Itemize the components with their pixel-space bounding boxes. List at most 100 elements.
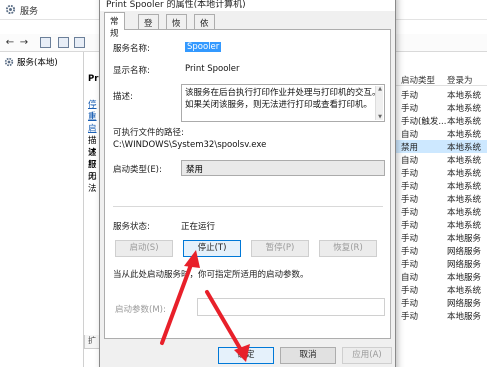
- tab-dependencies[interactable]: 依存关系: [194, 14, 215, 65]
- cancel-button[interactable]: 取消: [280, 347, 336, 364]
- startup-type-cell: 手动: [401, 195, 419, 205]
- tab-logon[interactable]: 登录: [138, 14, 159, 41]
- table-row[interactable]: 自动 本地系统: [395, 127, 487, 140]
- general-tab-panel: 服务名称: Spooler 显示名称: Print Spooler 描述: 该服…: [104, 29, 391, 339]
- startup-type-cell: 禁用: [401, 143, 419, 153]
- services-gear-icon: [5, 4, 16, 15]
- scroll-up-icon[interactable]: ▲: [377, 86, 383, 92]
- tab-recovery[interactable]: 恢复: [166, 14, 187, 41]
- table-row[interactable]: 手动 本地服务: [395, 309, 487, 322]
- table-row[interactable]: 手动 本地系统: [395, 166, 487, 179]
- column-logon-as[interactable]: 登录为: [447, 74, 473, 86]
- logon-as-cell: 本地服务: [447, 312, 482, 322]
- logon-as-cell: 网络服务: [447, 247, 482, 257]
- scroll-down-icon[interactable]: ▼: [377, 114, 383, 120]
- logon-as-cell: 本地系统: [447, 104, 482, 114]
- exe-path-label: 可执行文件的路径:: [113, 128, 184, 138]
- startup-type-select[interactable]: 禁用 ⌄: [181, 160, 385, 176]
- table-row[interactable]: 手动 本地系统: [395, 205, 487, 218]
- export-icon[interactable]: [74, 37, 85, 48]
- startup-type-cell: 手动: [401, 169, 419, 179]
- table-row[interactable]: 自动 本地系统: [395, 153, 487, 166]
- chevron-down-icon: ⌄: [186, 163, 193, 172]
- logon-as-cell: 本地服务: [447, 234, 482, 244]
- view-icon[interactable]: [58, 37, 69, 48]
- start-params-hint: 当从此处启动服务时，你可指定所适用的启动参数。: [113, 270, 309, 280]
- startup-type-cell: 手动: [401, 299, 419, 309]
- table-row[interactable]: 手动 网络服务: [395, 244, 487, 257]
- pause-button[interactable]: 暂停(P): [251, 240, 309, 257]
- forward-arrow-icon[interactable]: →: [18, 37, 30, 49]
- logon-as-cell: 本地系统: [447, 182, 482, 192]
- startup-type-cell: 自动: [401, 130, 419, 140]
- description-label: 描述:: [113, 92, 133, 102]
- table-row[interactable]: 手动(触发... 本地系统: [395, 114, 487, 127]
- tree-item-services-local[interactable]: 服务(本地): [4, 56, 58, 68]
- table-row[interactable]: 手动 本地系统: [395, 179, 487, 192]
- logon-as-cell: 本地系统: [447, 143, 482, 153]
- startup-type-cell: 手动: [401, 260, 419, 270]
- table-row[interactable]: 禁用 本地系统: [395, 140, 487, 153]
- logon-as-cell: 本地系统: [447, 195, 482, 205]
- logon-as-cell: 本地系统: [447, 208, 482, 218]
- resume-button[interactable]: 恢复(R): [319, 240, 377, 257]
- startup-type-cell: 手动: [401, 247, 419, 257]
- table-row[interactable]: 手动 本地系统: [395, 88, 487, 101]
- logon-as-cell: 网络服务: [447, 299, 482, 309]
- start-params-input[interactable]: [197, 298, 385, 316]
- startup-type-cell: 手动: [401, 91, 419, 101]
- startup-type-label: 启动类型(E):: [113, 165, 162, 175]
- console-tree-pane: 服务(本地): [0, 52, 84, 367]
- startup-type-cell: 手动: [401, 104, 419, 114]
- stop-button[interactable]: 停止(T): [183, 240, 241, 257]
- start-button[interactable]: 启动(S): [115, 240, 173, 257]
- table-row[interactable]: 手动 本地服务: [395, 231, 487, 244]
- apply-button[interactable]: 应用(A): [342, 347, 392, 364]
- properties-dialog: Print Spooler 的属性(本地计算机) 常规 登录 恢复 依存关系 服…: [99, 0, 396, 367]
- table-row[interactable]: 手动 网络服务: [395, 257, 487, 270]
- logon-as-cell: 本地系统: [447, 91, 482, 101]
- dialog-title: Print Spooler 的属性(本地计算机): [106, 0, 246, 10]
- display-name-value[interactable]: Print Spooler: [185, 64, 240, 74]
- startup-type-cell: 手动(触发...: [401, 117, 447, 127]
- service-status-label: 服务状态:: [113, 222, 150, 232]
- description-scrollbar[interactable]: ▲ ▼: [375, 86, 383, 120]
- table-row[interactable]: 自动 本地服务: [395, 270, 487, 283]
- logon-as-cell: 本地服务: [447, 273, 482, 283]
- start-params-label: 启动参数(M):: [115, 305, 166, 315]
- startup-type-cell: 自动: [401, 273, 419, 283]
- service-status-value: 正在运行: [181, 222, 216, 232]
- logon-as-cell: 本地系统: [447, 117, 482, 127]
- ok-button[interactable]: 确定: [218, 347, 274, 364]
- services-window-title: 服务: [20, 7, 39, 17]
- table-row[interactable]: 手动 本地系统: [395, 218, 487, 231]
- table-row[interactable]: 手动 本地系统: [395, 283, 487, 296]
- display-name-label: 显示名称:: [113, 66, 150, 76]
- column-startup-type[interactable]: 启动类型: [401, 74, 435, 86]
- column-header: 启动类型 登录为: [395, 72, 487, 86]
- console-tree-icon[interactable]: [40, 37, 51, 48]
- table-row[interactable]: 手动 本地系统: [395, 101, 487, 114]
- startup-type-cell: 手动: [401, 286, 419, 296]
- services-gear-icon: [4, 57, 14, 67]
- logon-as-cell: 本地系统: [447, 169, 482, 179]
- exe-path-value: C:\WINDOWS\System32\spoolsv.exe: [113, 140, 267, 150]
- description-text: 该服务在后台执行打印作业并处理与打印机的交互。如果关闭该服务，则无法进行打印或查…: [185, 88, 381, 110]
- logon-as-cell: 本地系统: [447, 286, 482, 296]
- back-arrow-icon[interactable]: ←: [4, 37, 16, 49]
- logon-as-cell: 本地系统: [447, 156, 482, 166]
- tree-item-label: 服务(本地): [17, 58, 58, 68]
- startup-type-cell: 手动: [401, 182, 419, 192]
- description-textbox[interactable]: 该服务在后台执行打印作业并处理与打印机的交互。如果关闭该服务，则无法进行打印或查…: [181, 84, 385, 122]
- divider: [113, 206, 383, 207]
- table-row[interactable]: 手动 网络服务: [395, 296, 487, 309]
- tab-general[interactable]: 常规: [104, 12, 125, 39]
- startup-type-cell: 手动: [401, 312, 419, 322]
- logon-as-cell: 本地系统: [447, 221, 482, 231]
- service-name-label: 服务名称:: [113, 44, 150, 54]
- table-row[interactable]: 手动 本地系统: [395, 192, 487, 205]
- startup-type-cell: 手动: [401, 208, 419, 218]
- service-name-value[interactable]: Spooler: [185, 42, 222, 52]
- services-list-columns: 启动类型 登录为 手动 本地系统 手动 本地系统 手动(触发... 本地系统 自动 本地系统禁…: [395, 52, 487, 367]
- dialog-titlebar: Print Spooler 的属性(本地计算机): [100, 0, 395, 11]
